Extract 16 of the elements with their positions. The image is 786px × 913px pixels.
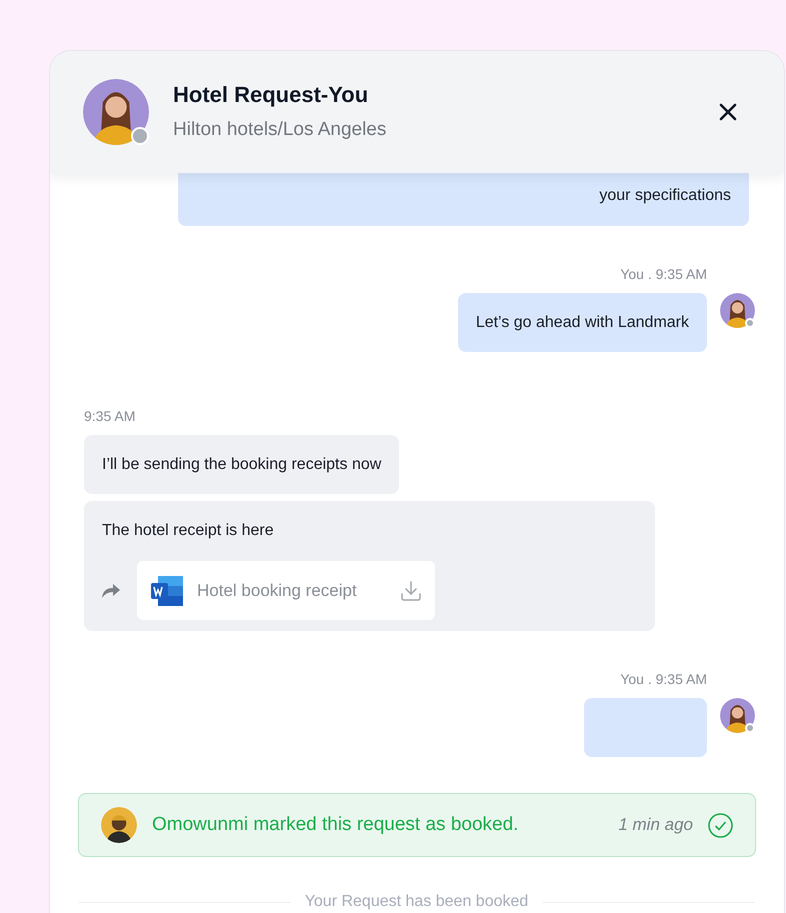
message-time: 9:35 AM [84, 407, 136, 426]
attachment-card[interactable]: Hotel booking receipt [137, 561, 435, 620]
message-bubble: Let’s go ahead with Landmark [458, 293, 707, 352]
booked-status-text: Your Request has been booked [304, 892, 528, 912]
banner-time: 1 min ago [618, 814, 693, 836]
chat-title: Hotel Request-You [173, 80, 370, 109]
word-document-icon [151, 576, 183, 606]
banner-text: Omowunmi marked this request as booked. [152, 812, 518, 837]
message-bubble: I’ll be sending the booking receipts now [84, 435, 400, 494]
message-text: The hotel receipt is here [101, 521, 275, 541]
forward-arrow-icon [102, 584, 120, 598]
file-name: Hotel booking receipt [197, 580, 357, 602]
check-circle-icon [708, 812, 733, 838]
message-meta: You . 9:35 AM [620, 670, 707, 689]
chat-subtitle: Hilton hotels/Los Angeles [173, 118, 386, 142]
message-meta: You . 9:35 AM [620, 265, 707, 284]
